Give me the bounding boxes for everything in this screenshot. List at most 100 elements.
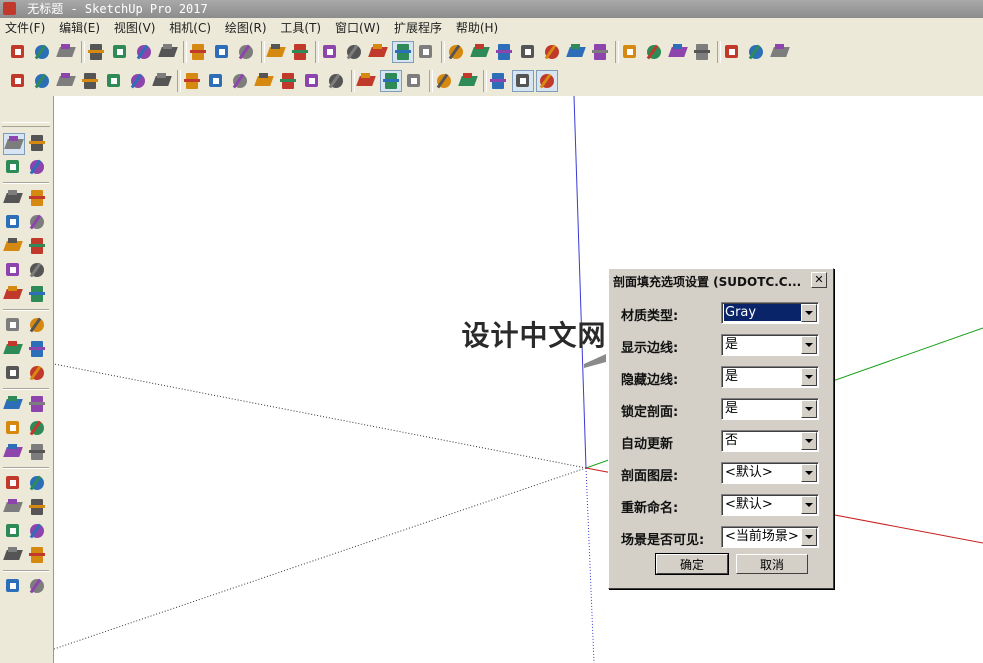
close-button[interactable]: ✕: [811, 272, 827, 288]
layer-icon[interactable]: [278, 71, 298, 91]
chevron-down-icon[interactable]: [801, 400, 817, 418]
three-point-arc-icon[interactable]: [27, 284, 47, 304]
texture-icon[interactable]: [326, 71, 346, 91]
dimension-icon[interactable]: [27, 442, 47, 462]
follow-me-icon[interactable]: [27, 339, 47, 359]
pie-icon[interactable]: [27, 260, 47, 280]
text-icon[interactable]: [27, 394, 47, 414]
shaded-icon[interactable]: [392, 41, 414, 63]
material-type-select[interactable]: Gray: [721, 302, 819, 324]
dialog-titlebar[interactable]: 剖面填充选项设置 (SUDOTC.C... ✕: [611, 271, 829, 289]
line-tool-icon[interactable]: [80, 71, 100, 91]
section-plane-icon[interactable]: [644, 42, 664, 62]
rename-select[interactable]: <默认>: [721, 494, 819, 516]
open-icon[interactable]: [32, 42, 52, 62]
make-component-icon[interactable]: [27, 133, 47, 153]
component-icon[interactable]: [230, 71, 250, 91]
show-edges-select[interactable]: 是: [721, 334, 819, 356]
plugin-tool-icon[interactable]: [8, 71, 28, 91]
color-icon[interactable]: [254, 71, 274, 91]
chevron-down-icon[interactable]: [801, 528, 817, 546]
scene-visible-select[interactable]: <当前场景>: [721, 526, 819, 548]
select-icon[interactable]: [3, 133, 25, 155]
view-icon[interactable]: [512, 70, 534, 92]
previous-icon[interactable]: [27, 521, 47, 541]
rectangle-icon[interactable]: [3, 212, 23, 232]
chevron-down-icon[interactable]: [801, 496, 817, 514]
xray-icon[interactable]: [290, 42, 310, 62]
scale-icon[interactable]: [746, 42, 766, 62]
monochrome-icon[interactable]: [446, 42, 466, 62]
paste-icon[interactable]: [134, 42, 154, 62]
chevron-down-icon[interactable]: [801, 368, 817, 386]
section-plane-icon[interactable]: [27, 576, 47, 596]
dimension-icon[interactable]: [56, 71, 76, 91]
menu-draw[interactable]: 绘图(R): [220, 18, 272, 38]
position-camera-icon[interactable]: [3, 545, 23, 565]
pressed-icon[interactable]: [380, 70, 402, 92]
chevron-down-icon[interactable]: [801, 464, 817, 482]
plugin-icon[interactable]: [770, 42, 790, 62]
print-icon[interactable]: [236, 42, 256, 62]
zoom-extents-icon[interactable]: [3, 521, 23, 541]
drawing-viewport[interactable]: ARC设计中文网: [54, 96, 983, 663]
freehand-icon[interactable]: [27, 188, 47, 208]
hide-edges-select[interactable]: 是: [721, 366, 819, 388]
fog-icon[interactable]: [458, 71, 478, 91]
zoom-window-icon[interactable]: [27, 497, 47, 517]
copy-icon[interactable]: [110, 42, 130, 62]
auto-update-select[interactable]: 否: [721, 430, 819, 452]
chevron-down-icon[interactable]: [801, 432, 817, 450]
paint-bucket-icon[interactable]: [3, 157, 23, 177]
arc-icon[interactable]: [3, 260, 23, 280]
iso-view-icon[interactable]: [470, 42, 490, 62]
cut-icon[interactable]: [86, 42, 106, 62]
section-fill-icon[interactable]: [32, 71, 52, 91]
menu-extensions[interactable]: 扩展程序: [389, 18, 447, 38]
erase-icon[interactable]: [158, 42, 178, 62]
menu-tools[interactable]: 工具(T): [275, 18, 326, 38]
left-view-icon[interactable]: [590, 42, 610, 62]
chevron-down-icon[interactable]: [801, 304, 817, 322]
chevron-down-icon[interactable]: [801, 336, 817, 354]
ok-button[interactable]: 确定: [656, 554, 728, 574]
sandbox-icon[interactable]: [620, 42, 640, 62]
new-icon[interactable]: [8, 42, 28, 62]
palette-grip[interactable]: [2, 122, 50, 127]
camera-icon[interactable]: [302, 71, 322, 91]
lock-section-select[interactable]: 是: [721, 398, 819, 420]
wireframe-icon[interactable]: [344, 42, 364, 62]
eraser-icon[interactable]: [27, 157, 47, 177]
menu-file[interactable]: 文件(F): [0, 18, 50, 38]
walk-icon[interactable]: [3, 576, 23, 596]
tape-measure-icon[interactable]: [3, 394, 23, 414]
menu-window[interactable]: 窗口(W): [330, 18, 385, 38]
shape-tool-icon[interactable]: [128, 71, 148, 91]
offset-tool-icon[interactable]: [182, 71, 202, 91]
back-edges-icon[interactable]: [320, 42, 340, 62]
menu-view[interactable]: 视图(V): [109, 18, 161, 38]
two-point-arc-icon[interactable]: [3, 284, 23, 304]
redo-icon[interactable]: [212, 42, 232, 62]
curve-tool-icon[interactable]: [104, 71, 124, 91]
cancel-button[interactable]: 取消: [736, 554, 808, 574]
polygon-icon[interactable]: [27, 236, 47, 256]
rotated-rectangle-icon[interactable]: [27, 212, 47, 232]
right-view-icon[interactable]: [542, 42, 562, 62]
cube-icon[interactable]: [536, 70, 558, 92]
front-view-icon[interactable]: [518, 42, 538, 62]
extension-warehouse-icon[interactable]: [722, 42, 742, 62]
scale-icon[interactable]: [3, 363, 23, 383]
warehouse-icon[interactable]: [692, 42, 712, 62]
top-view-icon[interactable]: [494, 42, 514, 62]
save-icon[interactable]: [56, 42, 76, 62]
dynamic-icon[interactable]: [356, 71, 376, 91]
circle-icon[interactable]: [3, 236, 23, 256]
menu-camera[interactable]: 相机(C): [164, 18, 216, 38]
pan-icon[interactable]: [27, 473, 47, 493]
move-icon[interactable]: [3, 315, 23, 335]
look-around-icon[interactable]: [27, 545, 47, 565]
undo-icon[interactable]: [188, 42, 208, 62]
shaded-textures-icon[interactable]: [416, 42, 436, 62]
protractor-icon[interactable]: [3, 418, 23, 438]
